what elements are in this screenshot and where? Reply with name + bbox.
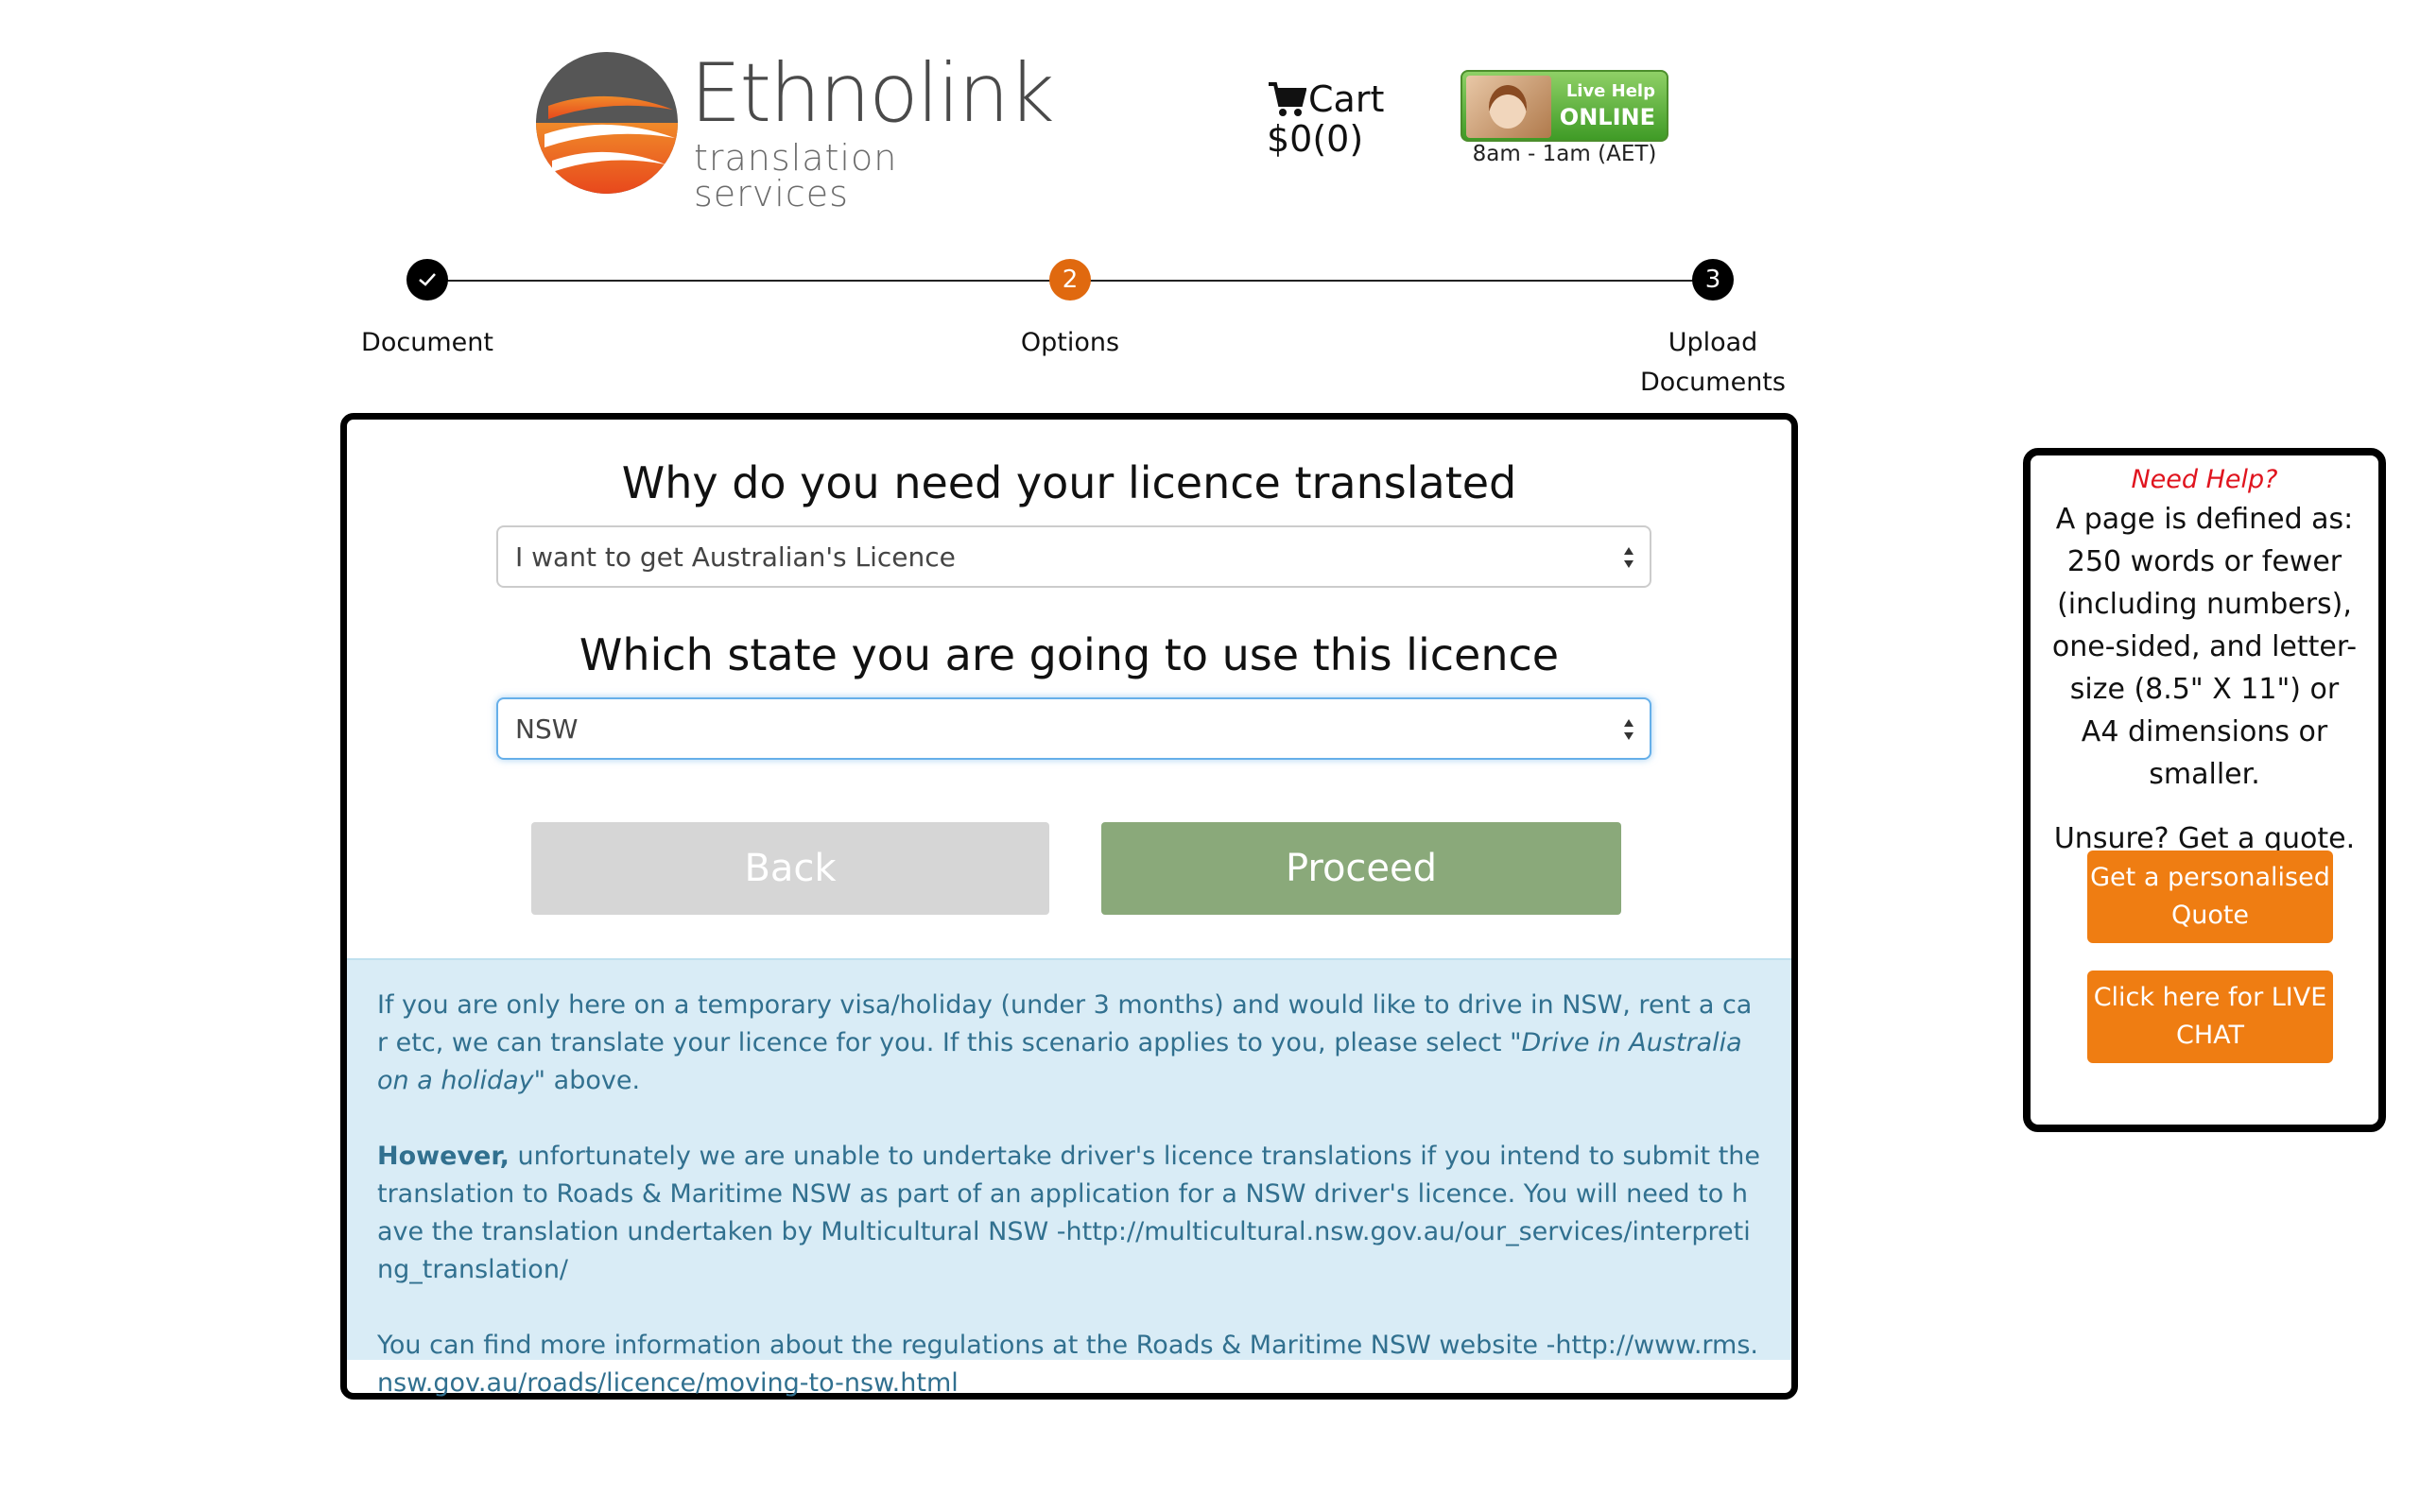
- logo-mark-icon: [536, 52, 678, 194]
- step-3-circle: 3: [1692, 259, 1734, 301]
- live-help-badge[interactable]: Live Help ONLINE: [1461, 70, 1668, 142]
- need-help-box: Need Help? A page is defined as: 250 wor…: [2023, 448, 2386, 1132]
- cart-total: $0(0): [1267, 118, 1364, 160]
- live-chat-button[interactable]: Click here for LIVE CHAT: [2087, 971, 2333, 1063]
- step-3-label-line2: Documents: [1640, 368, 1786, 397]
- info-text: You can find more information about the …: [377, 1331, 1556, 1360]
- reason-question: Why do you need your licence translated: [621, 457, 1517, 508]
- step-1-label: Document: [361, 328, 493, 357]
- step-3-label-line1: Upload: [1668, 328, 1758, 357]
- step-connector: [427, 280, 1070, 282]
- step-1-done-circle: [406, 259, 448, 301]
- step-3-label: Upload Documents: [1598, 323, 1828, 403]
- ethnolink-logo[interactable]: Ethnolink translation services: [531, 47, 1055, 212]
- info-paragraph-regulations: You can find more information about the …: [377, 1327, 1761, 1402]
- step-connector: [1070, 280, 1713, 282]
- reason-select-value: I want to get Australian's Licence: [515, 541, 956, 573]
- step-2-label: Options: [1020, 328, 1120, 357]
- live-help-text: Live Help: [1565, 81, 1655, 101]
- online-status: ONLINE: [1559, 104, 1655, 130]
- checkmark-icon: [419, 273, 436, 286]
- support-hours: 8am - 1am (AET): [1472, 142, 1657, 166]
- however-label: However,: [377, 1142, 510, 1171]
- info-paragraph-rms: However, unfortunately we are unable to …: [377, 1138, 1761, 1289]
- select-arrows-icon: [1624, 719, 1634, 740]
- agent-avatar: [1466, 76, 1551, 138]
- state-select[interactable]: NSW: [496, 697, 1651, 760]
- step-2-active-circle: 2: [1049, 259, 1091, 301]
- cart-label: Cart: [1308, 78, 1385, 120]
- logo-wordmark: Ethnolink: [690, 46, 1055, 141]
- logo-tagline: translation services: [694, 137, 898, 215]
- select-arrows-icon: [1624, 547, 1634, 568]
- reason-select[interactable]: I want to get Australian's Licence: [496, 525, 1651, 588]
- need-help-title: Need Help?: [2131, 465, 2278, 494]
- info-paragraph-holiday: If you are only here on a temporary visa…: [377, 987, 1761, 1100]
- personalised-quote-button[interactable]: Get a personalised Quote: [2087, 850, 2333, 943]
- page-definition: A page is defined as: 250 words or fewer…: [2051, 503, 2358, 791]
- proceed-button[interactable]: Proceed: [1101, 822, 1621, 915]
- state-select-value: NSW: [515, 713, 579, 745]
- cart-link[interactable]: Cart $0(0): [1267, 79, 1384, 159]
- info-text: above.: [545, 1066, 641, 1095]
- licence-options-panel: Why do you need your licence translated …: [340, 413, 1798, 1400]
- licence-info-box: If you are only here on a temporary visa…: [347, 958, 1791, 1398]
- cart-icon: [1269, 82, 1306, 116]
- back-button[interactable]: Back: [531, 822, 1049, 915]
- state-question: Which state you are going to use this li…: [579, 629, 1560, 680]
